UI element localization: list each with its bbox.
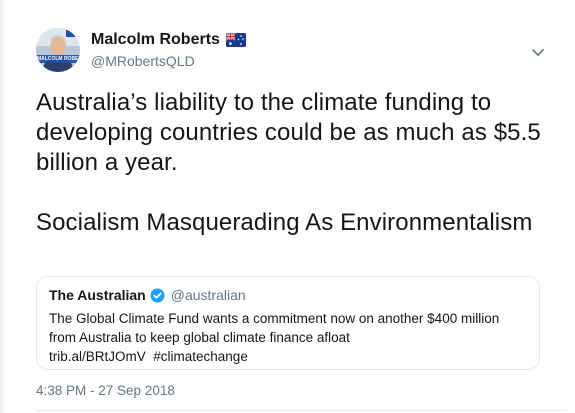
tweet-header: MALCOLM ROBERTS Malcolm Roberts [36,26,556,74]
verified-badge-icon [150,287,165,303]
tweet-card: MALCOLM ROBERTS Malcolm Roberts [0,0,575,413]
tweet-paragraph: Australia’s liability to the climate fun… [36,89,541,176]
avatar-image [36,28,80,72]
quoted-tweet-header: The Australian @australian [49,287,527,303]
australia-flag-icon [225,32,246,47]
author-display-name[interactable]: Malcolm Roberts [91,31,220,49]
avatar-caption: MALCOLM ROBERTS [37,56,79,62]
chevron-down-icon[interactable] [530,44,546,60]
quoted-author-handle[interactable]: @australian [171,287,246,303]
author-handle[interactable]: @MRobertsQLD [91,53,195,69]
card-shadow-edge [0,0,6,413]
tweet-timestamp[interactable]: 4:38 PM - 27 Sep 2018 [36,383,175,398]
tweet-paragraph: Socialism Masquerading As Environmentali… [36,209,533,236]
quoted-tweet[interactable]: The Australian @australian The Global Cl… [36,276,540,370]
author-name-line: Malcolm Roberts [91,31,246,49]
quoted-author-name[interactable]: The Australian [49,287,146,303]
quoted-tweet-link-line[interactable]: trib.al/BRtJOmV #climatechange [49,347,527,366]
quoted-tweet-body: The Global Climate Fund wants a commitme… [49,311,500,345]
tweet-text: Australia’s liability to the climate fun… [36,88,546,238]
footer-divider [36,410,566,411]
quoted-tweet-text: The Global Climate Fund wants a commitme… [49,309,527,366]
author-avatar[interactable]: MALCOLM ROBERTS [36,28,80,72]
